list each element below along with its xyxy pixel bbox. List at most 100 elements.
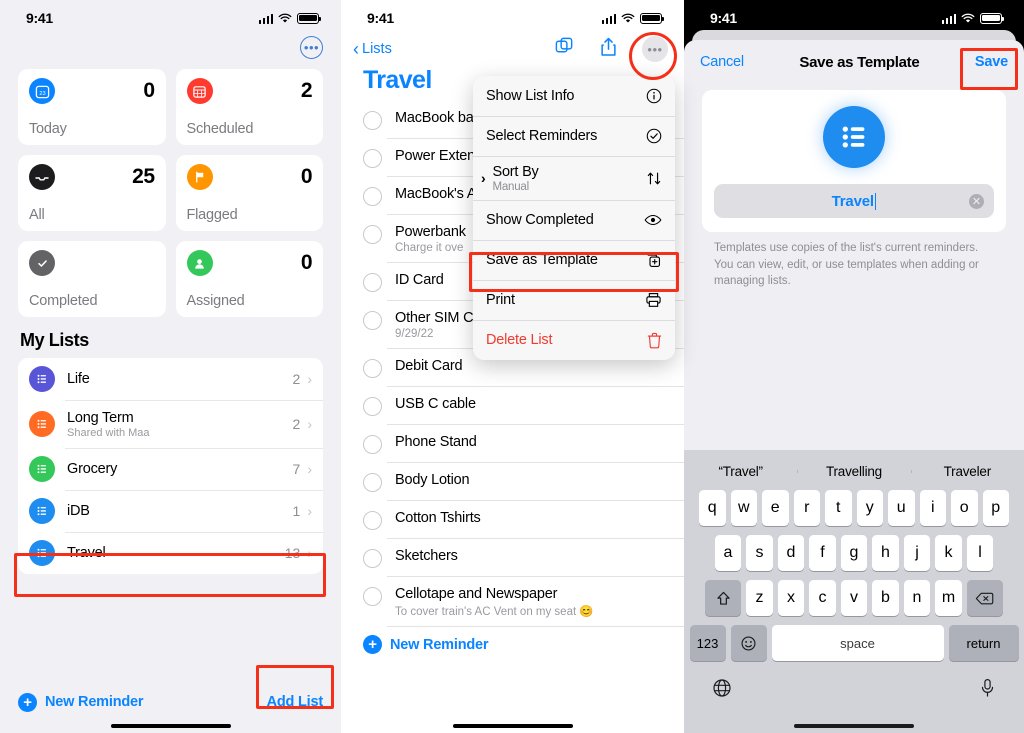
reminder-row[interactable]: Cellotape and Newspaper To cover train's … [341, 577, 684, 627]
clear-text-icon[interactable]: ✕ [969, 193, 984, 209]
key-t[interactable]: t [825, 490, 852, 526]
reminder-checkbox[interactable] [363, 111, 382, 130]
key-s[interactable]: s [746, 535, 773, 571]
menu-item-save-as-template[interactable]: Save as Template [473, 240, 675, 280]
more-ellipsis-icon[interactable]: ••• [642, 36, 668, 62]
key-w[interactable]: w [730, 490, 757, 526]
list-item-idb[interactable]: iDB 1 › [18, 490, 323, 532]
share-icon[interactable] [599, 36, 618, 63]
list-item-grocery[interactable]: Grocery 7 › [18, 448, 323, 490]
key-g[interactable]: g [840, 535, 868, 571]
key-b[interactable]: b [872, 580, 899, 616]
menu-item-sort-by[interactable]: › Sort By Manual [473, 156, 675, 200]
tile-assigned[interactable]: 0 Assigned [175, 241, 323, 317]
return-key[interactable]: return [948, 625, 1019, 661]
tile-label: Flagged [186, 207, 238, 223]
reminder-checkbox[interactable] [363, 359, 382, 378]
reminder-checkbox[interactable] [363, 549, 382, 568]
key-m[interactable]: m [935, 580, 962, 616]
more-options-button[interactable]: ••• [300, 36, 323, 59]
tile-today[interactable]: 23 0 Today [18, 69, 166, 145]
key-h[interactable]: h [872, 535, 899, 571]
menu-item-show-completed[interactable]: Show Completed [473, 200, 675, 240]
reminder-row[interactable]: USB C cable [341, 387, 684, 425]
tile-scheduled[interactable]: 2 Scheduled [175, 69, 323, 145]
emoji-key[interactable] [730, 625, 767, 661]
space-key[interactable]: space [771, 625, 944, 661]
key-z[interactable]: z [746, 580, 773, 616]
reminder-checkbox[interactable] [363, 187, 382, 206]
reminder-row[interactable]: Sketchers [341, 539, 684, 577]
key-c[interactable]: c [809, 580, 836, 616]
tile-all[interactable]: 25 All [18, 155, 166, 231]
reminder-title: ID Card [395, 272, 444, 288]
reminder-checkbox[interactable] [363, 473, 382, 492]
reminder-checkbox[interactable] [363, 587, 382, 606]
template-name-card: Travel ✕ [702, 90, 1006, 232]
menu-item-select-reminders[interactable]: Select Reminders [473, 116, 675, 156]
key-k[interactable]: k [935, 535, 962, 571]
cancel-button[interactable]: Cancel [700, 54, 744, 70]
reminder-checkbox[interactable] [363, 311, 382, 330]
reminder-row[interactable]: Body Lotion [341, 463, 684, 501]
key-d[interactable]: d [777, 535, 805, 571]
list-bullet-icon [29, 366, 55, 392]
reminder-row[interactable]: Cotton Tshirts [341, 501, 684, 539]
back-to-lists-button[interactable]: ‹ Lists [353, 40, 392, 58]
reminder-checkbox[interactable] [363, 397, 382, 416]
numbers-key[interactable]: 123 [689, 625, 726, 661]
globe-icon[interactable] [712, 678, 732, 704]
menu-label: Sort By [492, 163, 539, 180]
key-e[interactable]: e [762, 490, 789, 526]
microphone-icon[interactable] [979, 678, 996, 704]
reminder-checkbox[interactable] [363, 225, 382, 244]
suggestion-1[interactable]: Travelling [797, 464, 910, 479]
template-name-input[interactable]: Travel ✕ [714, 184, 994, 218]
reminder-title: Phone Stand [395, 434, 477, 450]
tile-completed[interactable]: Completed [18, 241, 166, 317]
printer-icon [645, 292, 662, 308]
menu-item-show-list-info[interactable]: Show List Info [473, 76, 675, 116]
suggestion-2[interactable]: Traveler [910, 464, 1024, 479]
key-o[interactable]: o [951, 490, 978, 526]
reminder-note: To cover train's AC Vent on my seat 😊 [395, 606, 594, 618]
key-y[interactable]: y [856, 490, 883, 526]
suggestion-0[interactable]: “Travel” [684, 464, 797, 479]
save-button[interactable]: Save [975, 54, 1008, 70]
my-lists-card: Life 2 › Long Term Shared with Maa 2 › G… [18, 358, 323, 574]
new-reminder-button[interactable]: + New Reminder [18, 692, 144, 712]
key-j[interactable]: j [903, 535, 931, 571]
add-list-button[interactable]: Add List [267, 694, 324, 710]
reminder-row[interactable]: Phone Stand [341, 425, 684, 463]
key-u[interactable]: u [888, 490, 915, 526]
key-f[interactable]: f [809, 535, 836, 571]
reminder-title: MacBook ba [395, 110, 474, 126]
menu-item-delete-list[interactable]: Delete List [473, 320, 675, 360]
plus-circle-icon: + [363, 635, 382, 654]
panel2-navbar: ‹ Lists ••• [341, 30, 684, 64]
backspace-key[interactable] [966, 580, 1003, 616]
key-i[interactable]: i [919, 490, 946, 526]
list-item-travel[interactable]: Travel 13 › [18, 532, 323, 574]
key-q[interactable]: q [699, 490, 726, 526]
key-x[interactable]: x [777, 580, 805, 616]
reminder-checkbox[interactable] [363, 511, 382, 530]
key-l[interactable]: l [966, 535, 994, 571]
shift-key[interactable] [705, 580, 742, 616]
reminder-checkbox[interactable] [363, 273, 382, 292]
reminder-checkbox[interactable] [363, 149, 382, 168]
new-reminder-button[interactable]: + New Reminder [363, 635, 684, 654]
key-r[interactable]: r [793, 490, 820, 526]
key-v[interactable]: v [840, 580, 868, 616]
tile-flagged[interactable]: 0 Flagged [175, 155, 323, 231]
chevron-left-icon: ‹ [353, 39, 359, 59]
copy-icon[interactable] [554, 36, 575, 62]
reminder-checkbox[interactable] [363, 435, 382, 454]
key-p[interactable]: p [982, 490, 1009, 526]
key-a[interactable]: a [714, 535, 742, 571]
list-item-long-term[interactable]: Long Term Shared with Maa 2 › [18, 400, 323, 448]
key-n[interactable]: n [903, 580, 931, 616]
tile-count: 25 [132, 165, 155, 188]
menu-item-print[interactable]: Print [473, 280, 675, 320]
list-item-life[interactable]: Life 2 › [18, 358, 323, 400]
